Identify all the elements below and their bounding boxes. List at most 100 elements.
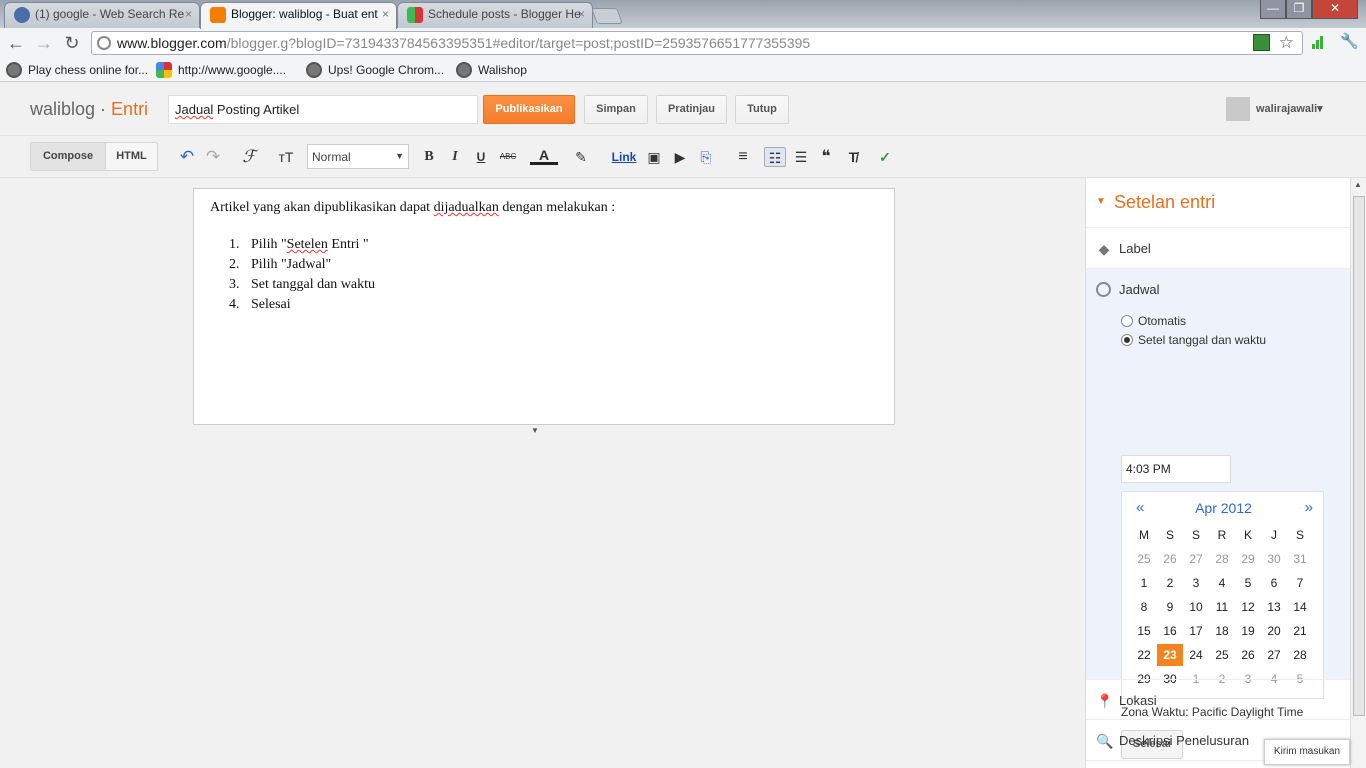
close-button[interactable]: Tutup bbox=[735, 95, 789, 124]
minimize-button[interactable]: — bbox=[1260, 0, 1286, 19]
calendar-day[interactable]: 21 bbox=[1287, 620, 1313, 642]
calendar-day[interactable]: 3 bbox=[1183, 572, 1209, 594]
calendar-day[interactable]: 10 bbox=[1183, 596, 1209, 618]
align-icon[interactable]: ≡ bbox=[728, 147, 758, 167]
text-color-icon[interactable]: A bbox=[530, 147, 558, 165]
spellcheck-icon[interactable]: ✓ bbox=[874, 147, 896, 167]
bookmark-star-icon[interactable]: ☆ bbox=[1279, 32, 1294, 54]
calendar-day[interactable]: 4 bbox=[1209, 572, 1235, 594]
paragraph-format-select[interactable]: Normal ▼ bbox=[307, 144, 409, 169]
editor-resize-handle[interactable]: ▼ bbox=[531, 426, 539, 435]
compose-mode-button[interactable]: Compose bbox=[30, 142, 106, 171]
calendar-day[interactable]: 27 bbox=[1183, 548, 1209, 570]
user-menu[interactable]: walirajawali▾ bbox=[1226, 97, 1323, 121]
tab-close-icon[interactable]: × bbox=[185, 3, 192, 25]
next-month-button[interactable]: » bbox=[1305, 499, 1313, 516]
calendar-day[interactable]: 17 bbox=[1183, 620, 1209, 642]
calendar-day[interactable]: 23 bbox=[1157, 644, 1183, 666]
font-family-icon[interactable]: ℱ bbox=[234, 147, 264, 167]
calendar-day[interactable]: 26 bbox=[1157, 548, 1183, 570]
calendar-day[interactable]: 5 bbox=[1235, 572, 1261, 594]
publish-button[interactable]: Publikasikan bbox=[483, 95, 575, 124]
calendar-day[interactable]: 9 bbox=[1157, 596, 1183, 618]
calendar-day[interactable]: 1 bbox=[1131, 572, 1157, 594]
bookmark-walishop[interactable]: Walishop bbox=[456, 61, 527, 79]
calendar-day[interactable]: 6 bbox=[1261, 572, 1287, 594]
calendar-day[interactable]: 20 bbox=[1261, 620, 1287, 642]
remove-formatting-icon[interactable]: T̸ bbox=[842, 147, 864, 167]
calendar-day[interactable]: 28 bbox=[1209, 548, 1235, 570]
calendar-day[interactable]: 8 bbox=[1131, 596, 1157, 618]
tab-schedule-posts[interactable]: Schedule posts - Blogger He × bbox=[397, 2, 593, 28]
calendar-day[interactable]: 31 bbox=[1287, 548, 1313, 570]
calendar-day[interactable]: 15 bbox=[1131, 620, 1157, 642]
calendar-day[interactable]: 29 bbox=[1235, 548, 1261, 570]
maximize-button[interactable]: ❐ bbox=[1286, 0, 1312, 19]
reload-icon[interactable]: ↻ bbox=[60, 32, 84, 54]
calendar-day[interactable]: 24 bbox=[1183, 644, 1209, 666]
calendar-day[interactable]: 16 bbox=[1157, 620, 1183, 642]
save-button[interactable]: Simpan bbox=[584, 95, 648, 124]
calendar-day[interactable]: 2 bbox=[1157, 572, 1183, 594]
wrench-icon[interactable]: 🔧 bbox=[1340, 32, 1359, 50]
insert-video-icon[interactable]: ▶ bbox=[670, 147, 690, 167]
calendar-day[interactable]: 27 bbox=[1261, 644, 1287, 666]
italic-icon[interactable]: I bbox=[446, 147, 464, 167]
scrollbar[interactable]: ▲ bbox=[1350, 178, 1366, 768]
numbered-list-icon[interactable]: ☷ bbox=[764, 147, 786, 167]
calendar-day[interactable]: 11 bbox=[1209, 596, 1235, 618]
calendar-day[interactable]: 26 bbox=[1235, 644, 1261, 666]
close-window-button[interactable]: ✕ bbox=[1312, 0, 1358, 19]
post-title-input[interactable]: Jadual Posting Artikel bbox=[168, 95, 478, 124]
radio-set-date-time[interactable]: Setel tanggal dan waktu bbox=[1121, 332, 1266, 348]
font-size-icon[interactable]: тT bbox=[270, 147, 302, 167]
calendar-day[interactable]: 7 bbox=[1287, 572, 1313, 594]
bookmark-google[interactable]: http://www.google.... bbox=[156, 61, 286, 79]
bookmark-chess[interactable]: Play chess online for... bbox=[6, 61, 148, 79]
address-bar[interactable]: www.blogger.com/blogger.g?blogID=7319433… bbox=[91, 31, 1303, 55]
calendar-day[interactable]: 19 bbox=[1235, 620, 1261, 642]
tab-blogger[interactable]: Blogger: waliblog - Buat ent × bbox=[200, 2, 397, 29]
preview-button[interactable]: Pratinjau bbox=[656, 95, 727, 124]
sidebar-item-schedule[interactable]: Jadwal bbox=[1086, 269, 1350, 310]
scroll-up-arrow-icon[interactable]: ▲ bbox=[1354, 180, 1362, 189]
time-input[interactable]: 4:03 PM bbox=[1121, 455, 1231, 483]
bold-icon[interactable]: B bbox=[420, 147, 438, 167]
radio-automatic[interactable]: Otomatis bbox=[1121, 313, 1186, 329]
calendar-day[interactable]: 13 bbox=[1261, 596, 1287, 618]
sidebar-item-label[interactable]: ◆ Label bbox=[1086, 228, 1350, 269]
calendar-day[interactable]: 18 bbox=[1209, 620, 1235, 642]
strikethrough-icon[interactable]: ABC bbox=[497, 147, 519, 167]
extension-icon[interactable] bbox=[1253, 34, 1270, 51]
blog-name[interactable]: waliblog bbox=[30, 99, 95, 119]
underline-icon[interactable]: U bbox=[472, 147, 490, 167]
bulleted-list-icon[interactable]: ☰ bbox=[790, 147, 812, 167]
tab-google-search[interactable]: (1) google - Web Search Re × bbox=[4, 2, 200, 28]
forward-icon[interactable]: → bbox=[32, 32, 56, 54]
html-mode-button[interactable]: HTML bbox=[105, 142, 158, 171]
calendar-day[interactable]: 22 bbox=[1131, 644, 1157, 666]
send-feedback-button[interactable]: Kirim masukan bbox=[1264, 739, 1350, 765]
jump-break-icon[interactable]: ⎘ bbox=[696, 147, 716, 167]
calendar-day[interactable]: 25 bbox=[1131, 548, 1157, 570]
tab-close-icon[interactable]: × bbox=[382, 3, 389, 25]
calendar-day[interactable]: 12 bbox=[1235, 596, 1261, 618]
back-icon[interactable]: ← bbox=[4, 32, 28, 54]
undo-icon[interactable]: ↶ bbox=[177, 147, 197, 167]
redo-icon[interactable]: ↷ bbox=[203, 147, 223, 167]
highlight-color-icon[interactable]: ✎ bbox=[566, 147, 596, 167]
calendar-day[interactable]: 28 bbox=[1287, 644, 1313, 666]
post-settings-heading[interactable]: ▼ Setelan entri bbox=[1086, 178, 1350, 228]
calendar-day[interactable]: 14 bbox=[1287, 596, 1313, 618]
calendar-day[interactable]: 30 bbox=[1261, 548, 1287, 570]
insert-image-icon[interactable]: ▣ bbox=[644, 147, 664, 167]
tab-close-icon[interactable]: × bbox=[578, 3, 585, 25]
quote-icon[interactable]: ❝ bbox=[816, 147, 836, 167]
calendar-day[interactable]: 25 bbox=[1209, 644, 1235, 666]
post-body-editor[interactable]: Artikel yang akan dipublikasikan dapat d… bbox=[193, 188, 895, 425]
new-tab-button[interactable] bbox=[591, 8, 623, 24]
signal-extension-icon[interactable] bbox=[1312, 35, 1326, 49]
scrollbar-thumb[interactable] bbox=[1353, 196, 1365, 716]
bookmark-chrome-error[interactable]: Ups! Google Chrom... bbox=[306, 61, 444, 79]
page-info-icon[interactable] bbox=[97, 36, 111, 50]
